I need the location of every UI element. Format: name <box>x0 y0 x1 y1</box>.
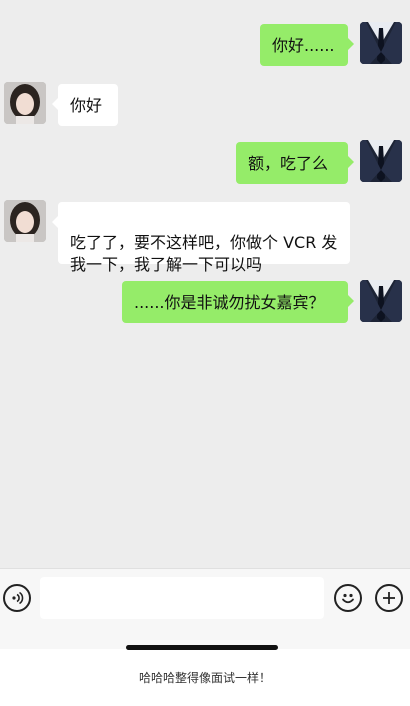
caption-text: 哈哈哈整得像面试一样！ <box>138 671 271 685</box>
suit-avatar-icon <box>360 140 402 182</box>
my-avatar[interactable] <box>360 140 402 182</box>
my-avatar[interactable] <box>360 22 402 64</box>
plus-icon <box>383 592 395 604</box>
incoming-bubble[interactable]: 吃了了，要不这样吧，你做个 VCR 发 我一下，我了解一下可以吗 <box>52 202 350 274</box>
home-indicator[interactable] <box>126 645 278 650</box>
message-text: 吃了了，要不这样吧，你做个 VCR 发 我一下，我了解一下可以吗 <box>70 233 338 274</box>
voice-icon <box>12 591 24 605</box>
outgoing-bubble[interactable]: 你好...... <box>260 24 354 66</box>
outgoing-bubble[interactable]: 额，吃了么 <box>236 142 354 184</box>
plus-button[interactable] <box>375 584 403 612</box>
my-avatar[interactable] <box>360 280 402 322</box>
message-text: 你好...... <box>272 36 335 55</box>
suit-avatar-icon <box>360 280 402 322</box>
contact-avatar[interactable] <box>4 82 46 124</box>
message-input[interactable] <box>40 577 324 619</box>
emoji-button[interactable] <box>334 584 362 612</box>
voice-button[interactable] <box>3 584 31 612</box>
incoming-bubble[interactable]: 你好 <box>52 84 118 126</box>
chat-area[interactable]: 你好...... 你好 额，吃了么 吃了了，要不这样吧，你做个 VCR 发 我一… <box>0 0 410 568</box>
message-text: ......你是非诚勿扰女嘉宾？ <box>134 293 325 312</box>
girl-avatar-icon <box>4 82 46 124</box>
suit-avatar-icon <box>360 22 402 64</box>
message-text: 你好 <box>70 96 103 115</box>
contact-avatar[interactable] <box>4 200 46 242</box>
outgoing-bubble[interactable]: ......你是非诚勿扰女嘉宾？ <box>122 281 354 323</box>
emoji-icon <box>342 593 354 604</box>
message-text: 额，吃了么 <box>248 154 329 173</box>
input-bar <box>0 568 410 649</box>
girl-avatar-icon <box>4 200 46 242</box>
